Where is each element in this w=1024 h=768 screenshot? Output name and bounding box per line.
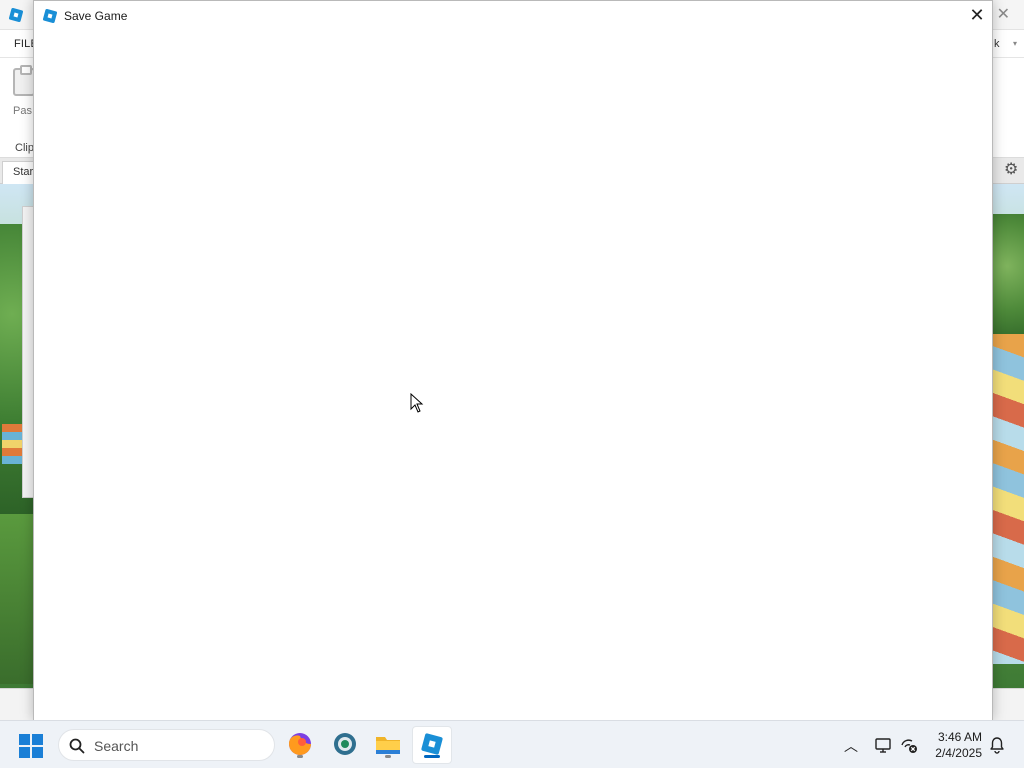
save-game-dialog: Save Game ✕ — [33, 0, 993, 721]
chevron-up-icon[interactable]: ︿ — [844, 736, 858, 756]
search-icon — [69, 738, 85, 754]
notification-bell-icon[interactable] — [988, 736, 1006, 754]
roblox-studio-logo-icon — [42, 8, 58, 24]
taskbar: Search ︿ 3:46 AM 2/4/2025 — [0, 720, 1024, 768]
network-offline-icon[interactable] — [900, 736, 918, 754]
clipboard-group-label: Clip — [15, 142, 34, 154]
mouse-cursor-icon — [410, 393, 424, 413]
taskbar-clock[interactable]: 3:46 AM 2/4/2025 — [930, 729, 982, 761]
windows-start-icon[interactable] — [18, 733, 44, 759]
taskbar-app-browser[interactable] — [329, 728, 361, 760]
close-icon[interactable]: ✕ — [962, 1, 992, 31]
studio-close-icon[interactable]: ✕ — [997, 6, 1010, 24]
clock-date: 2/4/2025 — [935, 746, 982, 760]
active-indicator — [424, 755, 440, 758]
gear-icon[interactable]: ⚙ — [1004, 162, 1018, 178]
running-indicator — [385, 755, 391, 758]
search-placeholder: Search — [94, 738, 139, 754]
dialog-content-area[interactable] — [34, 31, 992, 721]
paste-icon[interactable] — [13, 65, 35, 96]
desktop-screen: ✕ FILE k ▾ Pas Clip Star ⚙ Save Game ✕ S… — [0, 0, 1024, 768]
clock-time: 3:46 AM — [937, 730, 982, 744]
browser-icon — [334, 733, 356, 755]
viewport-striped-structure — [990, 334, 1024, 664]
paste-label[interactable]: Pas — [13, 105, 32, 117]
taskbar-app-firefox[interactable] — [284, 728, 316, 760]
menu-item-partial[interactable]: k — [994, 38, 1000, 50]
running-indicator — [297, 755, 303, 758]
taskbar-search-box[interactable]: Search — [58, 729, 275, 761]
roblox-studio-logo-icon — [8, 7, 24, 23]
display-icon[interactable] — [874, 736, 892, 754]
taskbar-app-file-explorer[interactable] — [372, 728, 404, 760]
dialog-titlebar[interactable]: Save Game ✕ — [34, 1, 992, 31]
taskbar-app-roblox-studio[interactable] — [416, 728, 448, 760]
menu-caret-icon[interactable]: ▾ — [1013, 39, 1017, 48]
dialog-title: Save Game — [64, 9, 128, 23]
viewport-tree — [990, 214, 1024, 344]
